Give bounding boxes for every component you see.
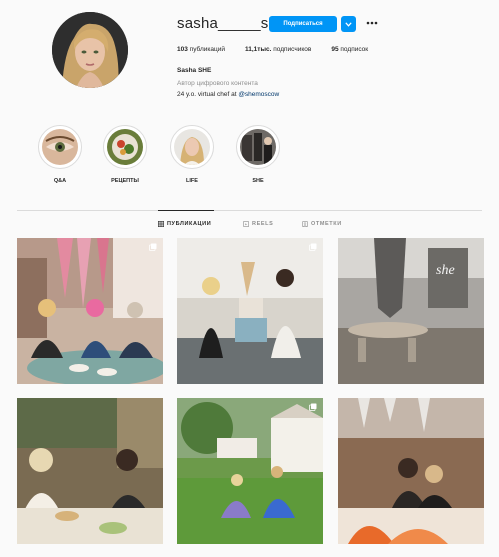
post-thumbnail[interactable] [177,398,323,544]
posts-label: публикаций [189,46,225,53]
multiple-photos-icon [309,243,317,251]
posts-number: 103 [177,46,188,53]
reels-icon [243,221,249,227]
highlight-ring [236,125,280,169]
post-image: she [338,238,484,384]
profile-category: Автор цифрового контента [177,80,258,87]
posts-count: 103 публикаций [177,46,225,53]
tab-label: ОТМЕТКИ [311,221,342,227]
active-tab-indicator [158,210,214,211]
post-thumbnail[interactable] [17,238,163,384]
following-number: 95 [331,46,339,53]
followers-count[interactable]: 11,1тыс. подписчиков [245,46,311,53]
tab-reels[interactable]: REELS [243,221,273,227]
svg-text:she: she [436,263,455,278]
followers-label: подписчиков [273,46,312,53]
highlight-ring [103,125,147,169]
post-image [177,238,323,384]
post-image [338,398,484,544]
highlight-label: РЕЦЕПТЫ [111,178,139,184]
post-thumbnail[interactable] [338,398,484,544]
bio-text: 24 y.o. virtual chef at [177,91,239,98]
following-count[interactable]: 95 подписок [331,46,368,53]
post-image [177,398,323,544]
multiple-photos-icon [309,403,317,411]
post-image [17,398,163,544]
tab-label: ПУБЛИКАЦИИ [167,221,212,227]
highlight-recipes[interactable]: РЕЦЕПТЫ [100,125,150,184]
post-thumbnail[interactable]: she [338,238,484,384]
suggestions-dropdown-button[interactable] [341,16,356,32]
highlight-qa[interactable]: Q&A [35,125,85,184]
chevron-down-icon [345,21,352,27]
post-image [17,238,163,384]
tab-publications[interactable]: ПУБЛИКАЦИИ [158,221,211,227]
profile-bio: 24 y.o. virtual chef at @shemoscow [177,91,279,98]
profile-stats: 103 публикаций 11,1тыс. подписчиков 95 п… [177,46,388,53]
post-thumbnail[interactable] [17,398,163,544]
more-options-button[interactable] [366,14,378,28]
following-label: подписок [340,46,369,53]
tagged-icon [302,221,308,227]
subscribe-button[interactable]: Подписаться [269,16,337,32]
highlight-label: LIFE [186,178,198,184]
tab-tagged[interactable]: ОТМЕТКИ [302,221,342,227]
highlight-ring [38,125,82,169]
tabs-divider [17,210,482,211]
post-thumbnail[interactable] [177,238,323,384]
tab-label: REELS [252,221,274,227]
profile-avatar[interactable] [52,12,128,88]
highlight-ring [170,125,214,169]
followers-number: 11,1тыс. [244,46,272,53]
profile-full-name: Sasha SHE [177,67,212,74]
more-dots-icon [366,21,378,25]
highlight-life[interactable]: LIFE [167,125,217,184]
highlight-label: SHE [252,178,264,184]
highlight-she[interactable]: SHE [233,125,283,184]
multiple-photos-icon [149,243,157,251]
grid-icon [158,221,164,227]
bio-mention-link[interactable]: @shemoscow [238,91,279,98]
highlight-label: Q&A [53,178,67,184]
